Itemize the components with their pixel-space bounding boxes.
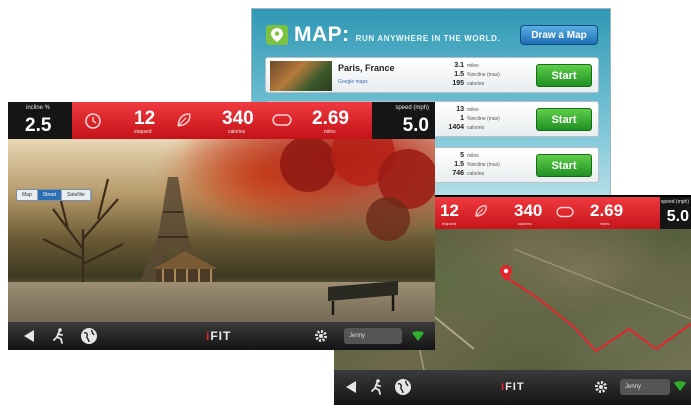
user-selector[interactable]: Jenny: [620, 379, 670, 395]
route-calories-unit: calories: [467, 81, 485, 87]
metrics-bar: [434, 197, 668, 231]
speed-value: 5.0: [402, 115, 429, 136]
route-incline: 1.5: [454, 71, 464, 78]
route-distance: 13: [456, 106, 464, 113]
tab-satellite[interactable]: Satellite: [62, 190, 91, 200]
elapsed-label: elapsed: [134, 129, 152, 135]
route-distance: 5: [460, 152, 464, 159]
settings-icon[interactable]: [314, 329, 328, 343]
calories-value: 340: [514, 201, 543, 220]
elapsed-value: 12: [440, 201, 459, 220]
route-calories-unit: calories: [467, 125, 485, 131]
calories-label: calories: [518, 221, 532, 226]
route-distance: 3.1: [454, 62, 464, 69]
street-view-photo[interactable]: Map Street Satellite: [8, 139, 435, 322]
route-incline: 1: [460, 115, 464, 122]
leaf-icon: [474, 204, 488, 223]
back-arrow-icon[interactable]: [22, 329, 36, 343]
red-foliage: [280, 139, 435, 241]
route-calories: 195: [452, 80, 464, 87]
track-icon: [556, 205, 574, 223]
timer-icon: [84, 112, 102, 135]
route-place: Paris, France: [338, 63, 395, 73]
ifit-logo-text: FIT: [505, 381, 525, 393]
route-credit: Google maps: [338, 79, 368, 85]
map-tagline: RUN ANYWHERE IN THE WORLD.: [355, 33, 501, 43]
start-button[interactable]: Start: [536, 64, 592, 87]
track-icon: [272, 113, 292, 132]
elapsed-value: 12: [134, 108, 156, 129]
start-button[interactable]: Start: [536, 108, 592, 131]
street-workout-screen: incline % 2.5 speed (mph) 5.0 12 elapsed…: [8, 102, 435, 350]
tab-map[interactable]: Map: [17, 190, 38, 200]
miles-value: 2.69: [590, 201, 624, 220]
miles-label: miles: [600, 221, 610, 226]
globe-icon[interactable]: [394, 378, 412, 396]
incline-cell: incline % 2.5: [8, 102, 72, 139]
calories-value: 340: [222, 108, 254, 129]
runner-icon[interactable]: [370, 379, 384, 395]
route-calories: 1404: [448, 124, 464, 131]
route-stats: 3.1 miles 1.5 %incline (max) 195 calories: [448, 62, 528, 89]
stage: MAP: RUN ANYWHERE IN THE WORLD. Draw a M…: [0, 0, 691, 410]
tab-street[interactable]: Street: [37, 190, 63, 200]
back-arrow-icon[interactable]: [344, 380, 358, 394]
speed-label: speed (mph): [660, 199, 689, 205]
route-distance-unit: miles: [467, 63, 479, 69]
speed-cell: speed (mph) 5.0: [372, 102, 435, 139]
runner-icon[interactable]: [52, 328, 66, 344]
user-selector[interactable]: Jenny: [344, 328, 402, 344]
ifit-logo: iFIT: [206, 329, 231, 343]
bench-illustration: [328, 281, 398, 315]
route-incline-unit: %incline (max): [467, 116, 500, 122]
route-calories: 746: [452, 170, 464, 177]
elapsed-label: elapsed: [442, 221, 457, 226]
leaf-icon: [176, 112, 192, 133]
route-stats: 5 miles 1.5 %incline (max) 746 calories: [448, 152, 528, 179]
view-mode-tabs: Map Street Satellite: [16, 189, 92, 201]
ifit-logo: iFIT: [501, 381, 525, 393]
map-title: MAP:: [294, 23, 350, 46]
speed-label: speed (mph): [395, 105, 429, 111]
start-button[interactable]: Start: [536, 154, 592, 177]
wifi-icon: [412, 331, 424, 341]
settings-icon[interactable]: [594, 380, 608, 394]
incline-label: incline %: [26, 105, 51, 111]
route-stats: 13 miles 1 %incline (max) 1404 calories: [448, 106, 528, 133]
speed-value: 5.0: [666, 208, 689, 225]
route-thumbnail: [270, 61, 332, 91]
incline-value: 2.5: [25, 115, 52, 136]
map-pin-icon: [266, 25, 288, 45]
route-card[interactable]: Paris, France Google maps 3.1 miles 1.5 %i…: [265, 57, 599, 93]
route-incline: 1.5: [454, 161, 464, 168]
wifi-icon: [674, 381, 686, 391]
route-distance-unit: miles: [467, 107, 479, 113]
start-pin-icon: [500, 265, 512, 286]
ifit-logo-text: FIT: [210, 329, 232, 343]
route-calories-unit: calories: [467, 171, 485, 177]
speed-cell: speed (mph) 5.0: [660, 197, 691, 231]
route-incline-unit: %incline (max): [467, 162, 500, 168]
map-header: MAP: RUN ANYWHERE IN THE WORLD.: [266, 23, 500, 47]
route-incline-unit: %incline (max): [467, 72, 500, 78]
route-distance-unit: miles: [467, 153, 479, 159]
globe-icon[interactable]: [80, 327, 98, 345]
draw-a-map-button[interactable]: Draw a Map: [520, 25, 598, 45]
bottom-bar: iFIT Jenny: [334, 370, 691, 405]
miles-value: 2.69: [312, 108, 349, 129]
calories-label: calories: [228, 129, 246, 135]
bottom-bar: iFIT Jenny: [8, 322, 435, 350]
miles-label: miles: [324, 129, 336, 135]
